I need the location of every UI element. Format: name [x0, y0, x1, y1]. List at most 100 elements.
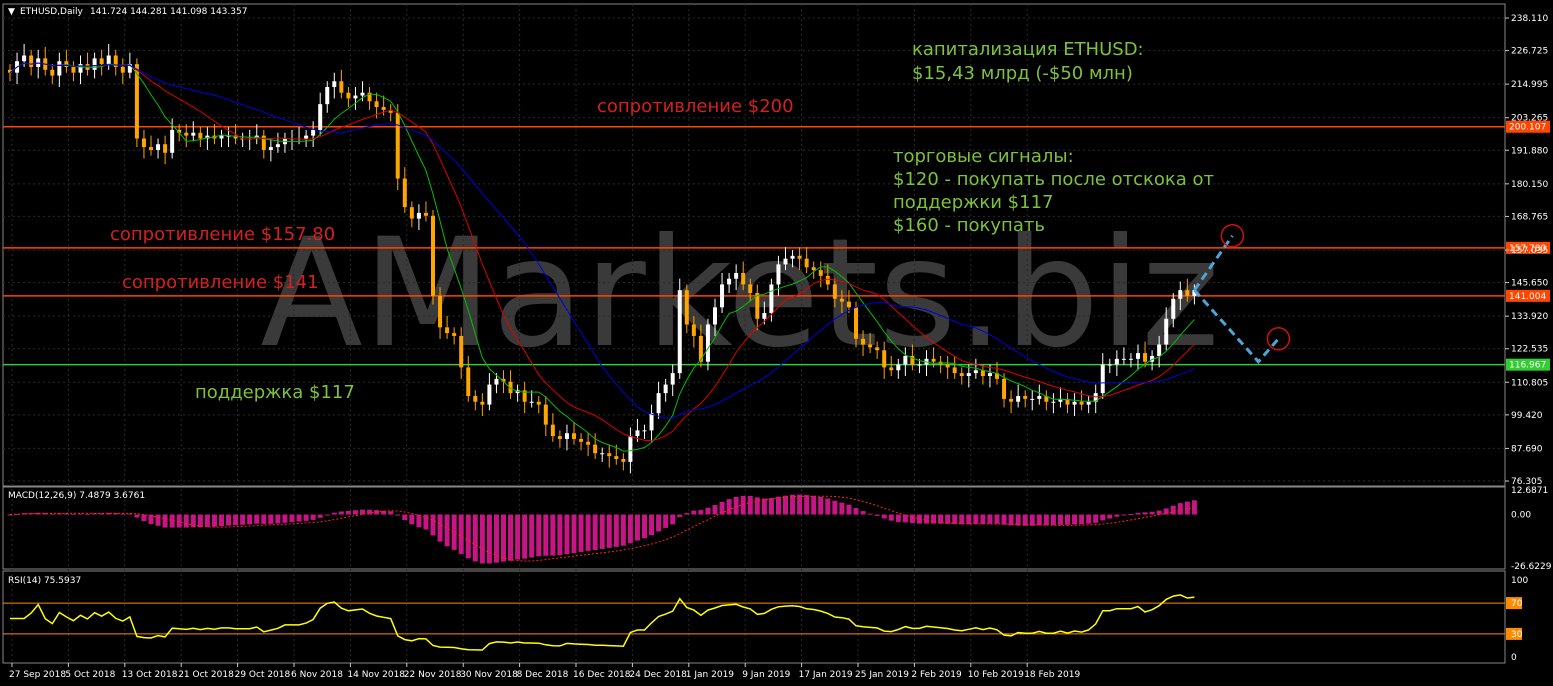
macd-histogram-bar	[564, 514, 570, 555]
candle-body	[614, 456, 619, 459]
macd-histogram-bar	[642, 514, 647, 539]
macd-histogram-bar	[804, 495, 810, 515]
candle-body	[141, 138, 146, 148]
x-tick-label: 16 Dec 2018	[573, 670, 631, 680]
candle-body	[825, 275, 830, 285]
macd-histogram-bar	[501, 514, 506, 562]
candle-body	[839, 298, 844, 302]
candle-body	[804, 258, 809, 268]
candle-body	[600, 453, 605, 455]
candle-body	[325, 86, 330, 105]
macd-histogram-bar	[1156, 510, 1162, 515]
macd-histogram-bar	[409, 514, 415, 525]
candle-body	[395, 112, 400, 179]
macd-histogram-bar	[303, 514, 309, 521]
chart-header-arrow[interactable]: ▼	[8, 7, 15, 17]
macd-histogram-bar	[1057, 514, 1063, 525]
macd-histogram-bar	[508, 514, 514, 561]
candle-body	[149, 147, 153, 150]
macd-histogram-bar	[860, 511, 866, 515]
candle-body	[980, 370, 985, 376]
macd-histogram-bar	[620, 514, 626, 546]
candle-body	[783, 258, 788, 265]
candle-body	[198, 132, 203, 139]
macd-histogram-bar	[698, 510, 704, 515]
watermark-text: AMarkets.biz	[260, 207, 1220, 381]
macd-histogram-bar	[613, 514, 619, 547]
macd-panel-frame	[2, 486, 1506, 570]
macd-histogram-bar	[550, 514, 556, 556]
macd-histogram-bar	[465, 514, 471, 559]
macd-histogram-bar	[479, 514, 485, 564]
x-tick-label: 9 Jan 2019	[742, 670, 790, 680]
macd-histogram-bar	[176, 514, 182, 528]
macd-histogram-bar	[832, 500, 838, 515]
candle-body	[480, 401, 485, 405]
macd-histogram-bar	[444, 514, 450, 547]
macd-histogram-bar	[592, 514, 598, 551]
rsi-panel: 100 70 30 0	[3, 576, 1528, 663]
macd-histogram-bar	[275, 514, 281, 524]
time-axis: 27 Sep 2018 5 Oct 2018 13 Oct 2018 21 Oct 2…	[9, 663, 1080, 680]
candle-body	[1121, 358, 1126, 360]
signals-line-3: поддержки $117	[893, 192, 1054, 213]
signals-line-2: $120 - покупать после отскока от	[893, 169, 1214, 190]
macd-histogram-bar	[818, 496, 824, 515]
macd-histogram-bar	[522, 514, 528, 559]
macd-histogram-bar	[599, 514, 605, 549]
candle-body	[670, 373, 675, 385]
candle-body	[346, 92, 351, 99]
macd-histogram-bar	[254, 514, 260, 524]
candle-body	[1079, 401, 1084, 405]
macd-histogram-bar	[430, 514, 436, 536]
candle-body	[1171, 298, 1176, 319]
y-tick-label: 87.690	[1511, 444, 1543, 454]
macd-histogram-bar	[247, 514, 253, 525]
candle-body	[473, 396, 478, 402]
macd-histogram-bar	[874, 514, 880, 516]
candle-body	[529, 401, 534, 403]
label-resistance-200: сопротивление $200	[597, 96, 794, 117]
candle-body	[656, 393, 661, 414]
macd-histogram-bar	[867, 513, 873, 515]
chart-symbol: ETHUSD,Daily	[20, 7, 83, 17]
macd-histogram-bar	[1114, 514, 1120, 517]
candle-body	[494, 378, 499, 385]
candle-body	[1136, 353, 1140, 359]
macd-histogram-bar	[1050, 514, 1056, 526]
candle-body	[734, 272, 739, 279]
candle-body	[797, 255, 802, 259]
candle-body	[311, 129, 316, 136]
macd-histogram-bar	[1036, 514, 1042, 526]
macd-histogram-bar	[740, 495, 746, 515]
macd-histogram-bar	[1191, 500, 1197, 515]
macd-histogram-bar	[931, 514, 937, 524]
candle-body	[861, 338, 866, 345]
candle-body	[748, 284, 753, 294]
macd-histogram-bar	[543, 514, 549, 556]
macd-histogram-bar	[233, 514, 239, 526]
macd-histogram-bar	[1100, 514, 1106, 521]
candle-body	[966, 373, 971, 376]
macd-histogram-bar	[141, 514, 147, 522]
macd-histogram-bar	[240, 514, 246, 525]
macd-histogram-bar	[1043, 514, 1049, 526]
x-tick-label: 10 Feb 2019	[968, 670, 1024, 680]
y-tick-label: 99.420	[1511, 411, 1543, 421]
candle-body	[846, 301, 851, 308]
candle-body	[677, 290, 682, 374]
macd-histogram-bar	[1149, 511, 1155, 515]
y-tick-label: 110.805	[1511, 378, 1548, 388]
macd-histogram-bar	[980, 514, 986, 524]
candle-body	[170, 129, 175, 153]
x-tick-label: 30 Nov 2018	[460, 670, 518, 680]
macd-histogram-bar	[790, 494, 796, 515]
y-tick-label: 214.995	[1511, 80, 1548, 90]
macd-histogram-bar	[338, 511, 344, 515]
macd-histogram-bar	[966, 514, 972, 525]
macd-histogram-bar	[712, 505, 718, 515]
candle-body	[896, 364, 901, 371]
candle-body	[1086, 401, 1091, 405]
candle-body	[423, 212, 428, 216]
macd-histogram-bar	[268, 514, 274, 524]
